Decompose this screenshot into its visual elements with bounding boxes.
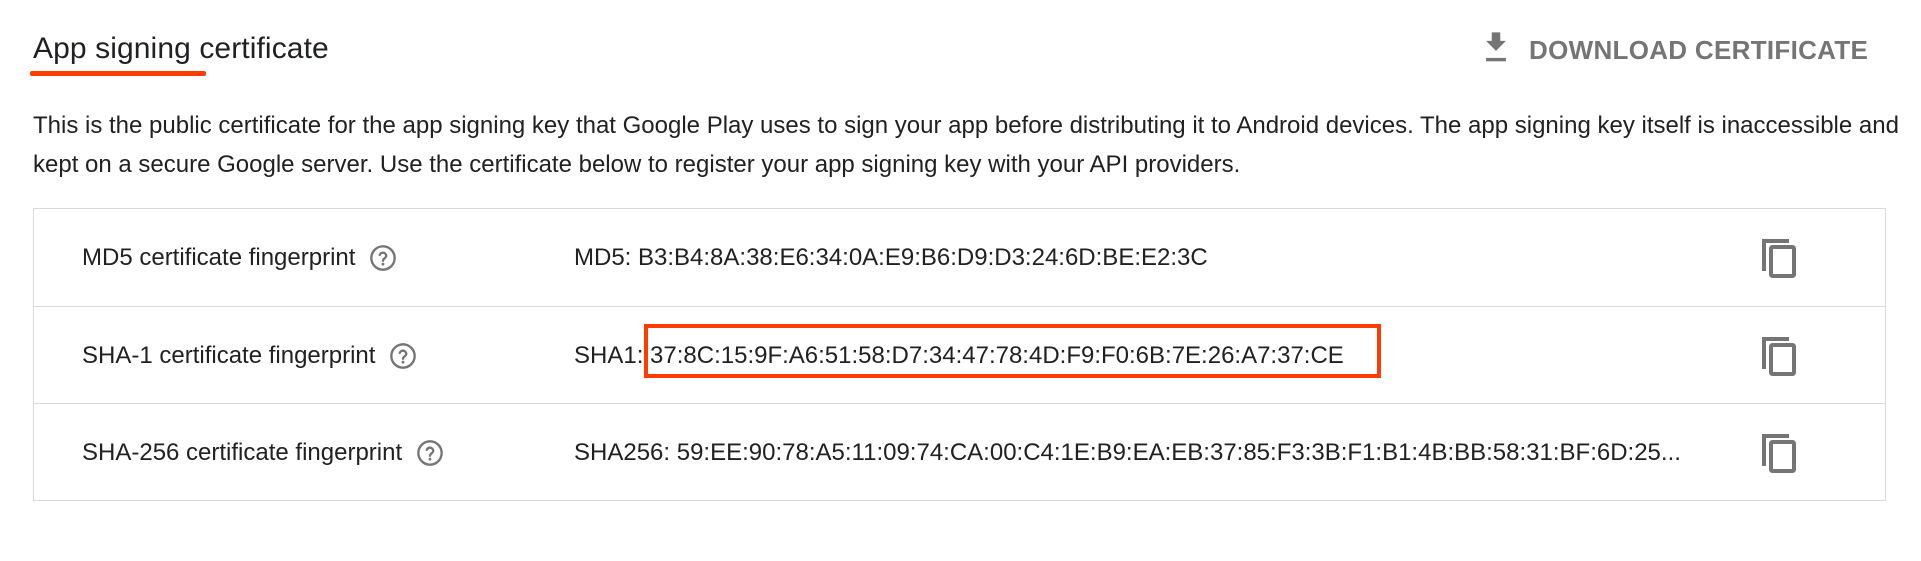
fingerprint-label-sha1: SHA-1 certificate fingerprint (82, 307, 417, 404)
fingerprint-label-sha256: SHA-256 certificate fingerprint (82, 404, 444, 501)
copy-sha256-button[interactable] (1754, 427, 1804, 477)
copy-md5-button[interactable] (1754, 232, 1804, 282)
help-circle-icon[interactable] (416, 439, 444, 467)
table-row-sha1: SHA-1 certificate fingerprint SHA1: 37:8… (34, 306, 1885, 403)
table-row-md5: MD5 certificate fingerprint MD5: B3:B4:8… (34, 209, 1885, 306)
help-circle-icon[interactable] (369, 244, 397, 272)
fingerprint-table: MD5 certificate fingerprint MD5: B3:B4:8… (33, 208, 1886, 501)
download-certificate-button[interactable]: DOWNLOAD CERTIFICATE (1479, 26, 1868, 74)
fingerprint-value-text: SHA1: 37:8C:15:9F:A6:51:58:D7:34:47:78:4… (574, 341, 1344, 369)
fingerprint-value-text: MD5: B3:B4:8A:38:E6:34:0A:E9:B6:D9:D3:24… (574, 243, 1208, 271)
copy-icon (1754, 330, 1804, 380)
fingerprint-label-md5: MD5 certificate fingerprint (82, 209, 397, 306)
copy-icon (1754, 232, 1804, 282)
fingerprint-value-sha1: SHA1: 37:8C:15:9F:A6:51:58:D7:34:47:78:4… (574, 307, 1744, 404)
fingerprint-label-text: SHA-256 certificate fingerprint (82, 438, 403, 466)
fingerprint-value-text: SHA256: 59:EE:90:78:A5:11:09:74:CA:00:C4… (574, 438, 1681, 466)
copy-sha1-button[interactable] (1754, 330, 1804, 380)
page-title: App signing certificate (33, 32, 329, 65)
copy-icon (1754, 427, 1804, 477)
download-icon (1479, 28, 1529, 73)
download-certificate-label: DOWNLOAD CERTIFICATE (1529, 34, 1869, 65)
fingerprint-value-sha256: SHA256: 59:EE:90:78:A5:11:09:74:CA:00:C4… (574, 404, 1744, 501)
fingerprint-label-text: SHA-1 certificate fingerprint (82, 341, 376, 369)
help-circle-icon[interactable] (389, 342, 417, 370)
table-row-sha256: SHA-256 certificate fingerprint SHA256: … (34, 403, 1885, 500)
fingerprint-label-text: MD5 certificate fingerprint (82, 243, 356, 271)
fingerprint-value-md5: MD5: B3:B4:8A:38:E6:34:0A:E9:B6:D9:D3:24… (574, 209, 1744, 306)
section-description: This is the public certificate for the a… (33, 112, 1899, 178)
title-underline (30, 71, 206, 76)
